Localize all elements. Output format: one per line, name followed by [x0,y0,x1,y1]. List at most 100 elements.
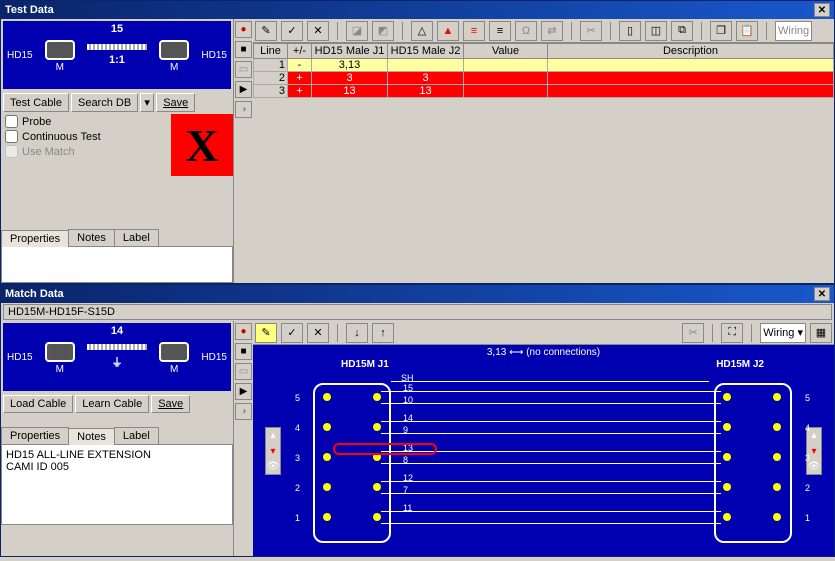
wiring-dropdown[interactable]: Wiring ▾ [760,323,806,343]
page-icon[interactable]: ▭ [235,61,252,78]
wire-label: 10 [403,395,413,405]
pin-icon [773,423,781,431]
tab-label[interactable]: Label [114,229,159,246]
triangle-fill-icon[interactable]: ▲ [437,21,459,41]
wiring-dropdown[interactable]: Wiring [775,21,812,41]
col-j1[interactable]: HD15 Male J1 [312,44,388,59]
load-cable-button[interactable]: Load Cable [3,395,73,413]
wire-label: 7 [403,485,408,495]
col-pm[interactable]: +/- [288,44,312,59]
record-icon[interactable]: ● [235,21,252,38]
pin-icon [323,453,331,461]
notes-line: CAMI ID 005 [6,461,228,473]
schematic-msg: 3,13 ⟷ (no connections) [487,347,600,358]
wire-label: 8 [403,455,408,465]
data-table: Line +/- HD15 Male J1 HD15 Male J2 Value… [253,43,834,98]
pin-icon [773,453,781,461]
pin-number: 5 [805,393,810,403]
save-button[interactable]: Save [156,93,195,112]
check-icon[interactable]: ✓ [281,323,303,343]
close-icon[interactable]: ✕ [814,3,830,17]
cut-icon[interactable]: ✂ [682,323,704,343]
pencil-icon[interactable]: ✎ [255,323,277,343]
tool-icon[interactable]: ◩ [372,21,394,41]
pin-number: 2 [805,483,810,493]
highlight-rect [333,443,437,455]
triangle-icon[interactable]: △ [411,21,433,41]
record-icon[interactable]: ● [235,323,252,340]
search-db-button[interactable]: Search DB [71,93,138,112]
db-icon[interactable]: ◑ [235,101,252,118]
pin-count: 15 [111,23,123,35]
wire-line [381,481,721,482]
table-row[interactable]: 2+33 [254,72,834,85]
pencil-icon[interactable]: ✎ [255,21,277,41]
wiring-schematic[interactable]: 3,13 ⟷ (no connections) HD15M J1 HD15M J… [253,345,834,556]
connector-icon [45,342,75,362]
tab-properties[interactable]: Properties [1,427,69,444]
close-icon[interactable]: ✕ [814,287,830,301]
cut-icon[interactable]: ✂ [580,21,602,41]
wire-label: 12 [403,473,413,483]
page1-icon[interactable]: ▯ [619,21,641,41]
wire-line [381,493,721,494]
play-icon[interactable]: ▶ [235,81,252,98]
db-icon[interactable]: ◑ [235,403,252,420]
play-icon[interactable]: ▶ [235,383,252,400]
grid-icon[interactable]: ▦ [810,323,832,343]
paste-icon[interactable]: 📋 [736,21,758,41]
test-cable-button[interactable]: Test Cable [3,93,69,112]
col-value[interactable]: Value [464,44,548,59]
pin-number: 3 [295,453,300,463]
exchange-icon[interactable]: ⇄ [541,21,563,41]
x-icon[interactable]: ✕ [307,21,329,41]
page-icon[interactable]: ▭ [235,363,252,380]
table-row[interactable]: 3+1313 [254,85,834,98]
col-desc[interactable]: Description [548,44,834,59]
properties-panel [1,247,233,283]
tool-icon[interactable]: ◪ [346,21,368,41]
tab-notes[interactable]: Notes [68,428,115,445]
tab-properties[interactable]: Properties [1,230,69,247]
x-icon[interactable]: ✕ [307,323,329,343]
fail-indicator-icon: X [171,114,233,176]
wire-line [381,463,721,464]
probe-checkbox[interactable] [5,115,18,128]
left-scroll[interactable]: ▴▾👁 [265,427,281,475]
learn-cable-button[interactable]: Learn Cable [75,395,149,413]
col-j2[interactable]: HD15 Male J2 [388,44,464,59]
pin-number: 1 [805,513,810,523]
stop-icon[interactable]: ■ [235,343,252,360]
left-connector-label: HD15M J1 [341,359,389,370]
wire-label: 9 [403,425,408,435]
arrow-up-icon[interactable]: ↑ [372,323,394,343]
wire-icon [87,344,147,350]
ratio-label: 1:1 [109,54,125,66]
wire-line [381,511,721,512]
table-row[interactable]: 1-3,13 [254,59,834,72]
arrow-down-icon[interactable]: ↓ [346,323,368,343]
conn-right-label: HD15 [201,352,227,363]
copy-icon[interactable]: ❐ [710,21,732,41]
match-data-titlebar: Match Data ✕ [1,285,834,303]
stop-icon[interactable]: ■ [235,41,252,58]
expand-icon[interactable]: ⛶ [721,323,743,343]
wire-line [381,433,721,434]
continuous-test-checkbox[interactable] [5,130,18,143]
wire-line [391,381,709,382]
tab-notes[interactable]: Notes [68,229,115,246]
search-db-dropdown[interactable]: ▾ [140,93,154,112]
right-scroll[interactable]: ▴▾👁 [806,427,822,475]
pin-icon [773,483,781,491]
page3-icon[interactable]: ⧉ [671,21,693,41]
omega-icon[interactable]: Ω [515,21,537,41]
bars-icon[interactable]: ≡ [489,21,511,41]
wire-line [381,391,721,392]
save-button[interactable]: Save [151,395,190,413]
tab-label[interactable]: Label [114,427,159,444]
col-line[interactable]: Line [254,44,288,59]
bars-red-icon[interactable]: ≡ [463,21,485,41]
check-icon[interactable]: ✓ [281,21,303,41]
bottom-toolbar: ✎ ✓ ✕ ↓ ↑ ✂ ⛶ Wiring ▾ ▦ [253,321,834,345]
page2-icon[interactable]: ◫ [645,21,667,41]
